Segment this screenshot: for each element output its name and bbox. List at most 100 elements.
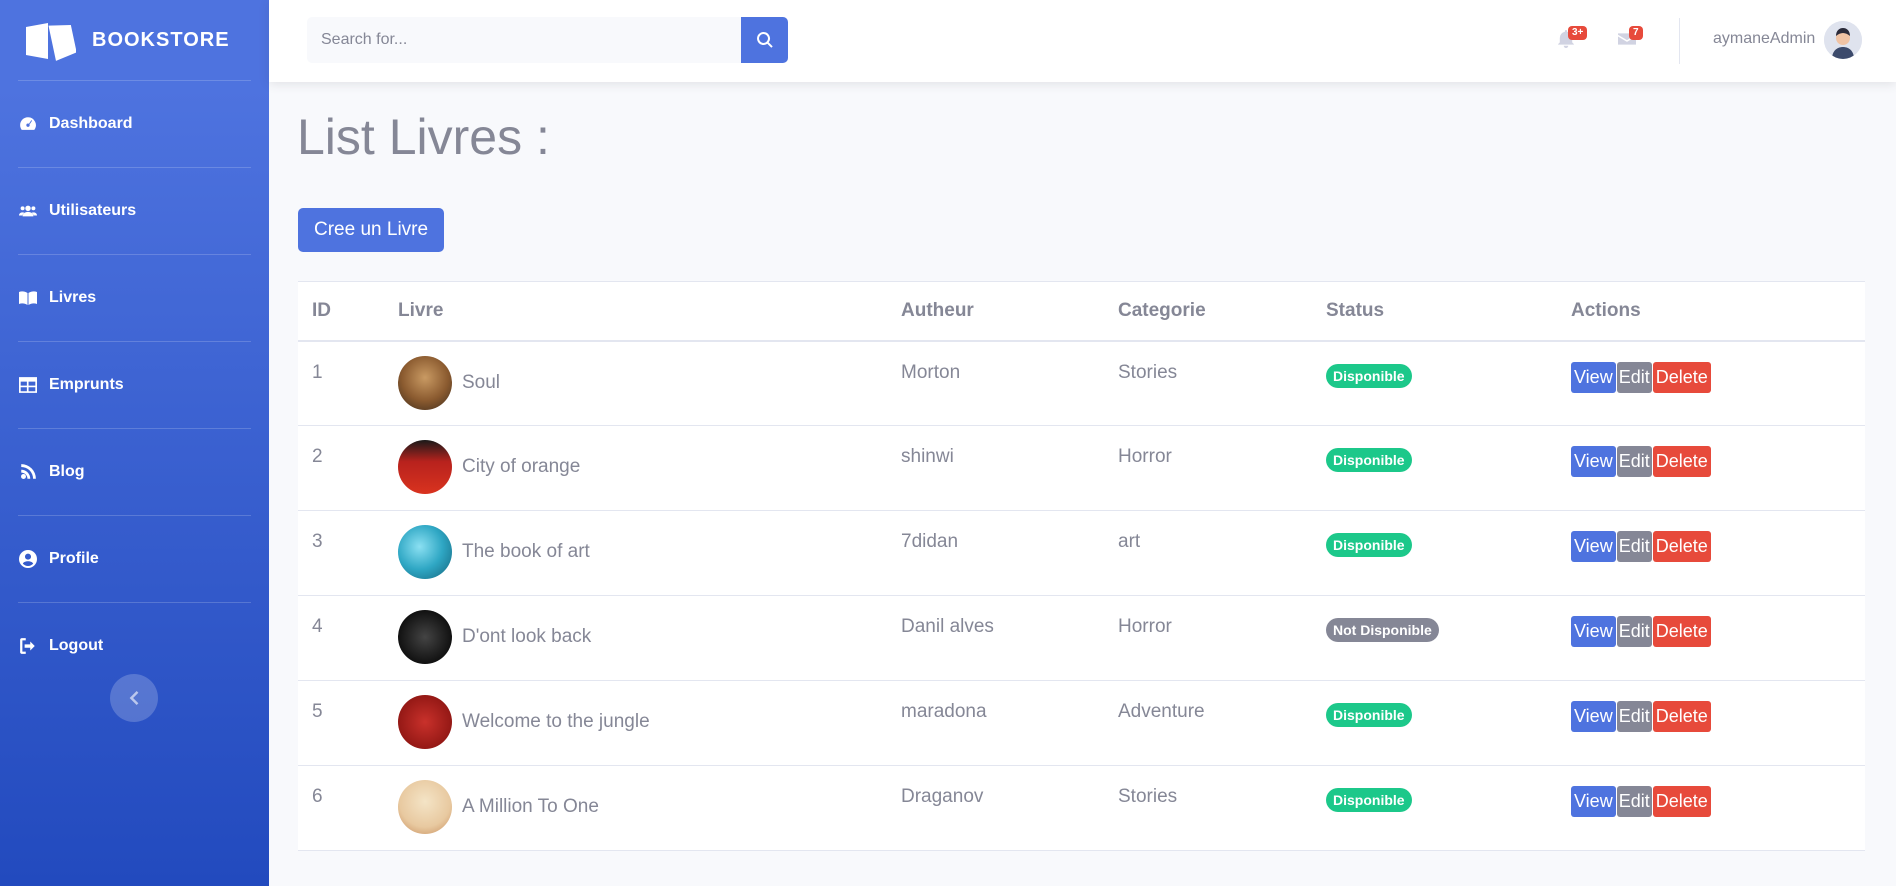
sidebar-item-profile[interactable]: Profile	[0, 516, 269, 602]
blog-icon	[19, 463, 37, 481]
alerts-button[interactable]: 3+	[1557, 26, 1588, 50]
create-book-button[interactable]: Cree un Livre	[298, 208, 445, 252]
view-button[interactable]: View	[1571, 446, 1616, 477]
book-icon	[19, 289, 37, 307]
sidebar-item-label: Utilisateurs	[49, 202, 137, 219]
view-button[interactable]: View	[1571, 786, 1616, 817]
cell-categorie: art	[1104, 510, 1312, 596]
sidebar-item-label: Livres	[49, 289, 97, 306]
cell-livre: A Million To One	[384, 765, 887, 851]
cell-autheur: maradona	[887, 680, 1104, 766]
topbar-divider	[1679, 18, 1680, 64]
delete-button[interactable]: Delete	[1652, 786, 1711, 817]
cell-status: Disponible	[1312, 425, 1557, 511]
cell-actions: View Edit Delete	[1557, 425, 1865, 511]
sidebar-item-label: Logout	[49, 637, 104, 654]
delete-button[interactable]: Delete	[1652, 531, 1711, 562]
books-table: ID Livre Autheur Categorie Status Action…	[298, 281, 1865, 851]
edit-button[interactable]: Edit	[1616, 531, 1652, 562]
messages-badge: 7	[1629, 26, 1643, 40]
brand[interactable]: BOOKSTORE	[0, 0, 269, 80]
cell-id: 5	[298, 680, 384, 766]
messages-button[interactable]: 7	[1618, 26, 1643, 50]
view-button[interactable]: View	[1571, 701, 1616, 732]
sidebar-item-label: Profile	[49, 550, 99, 567]
table-row: 3 The book of art 7didan art Disponible …	[298, 510, 1865, 596]
cell-status: Disponible	[1312, 510, 1557, 596]
book-cover-image	[398, 525, 452, 579]
delete-button[interactable]: Delete	[1652, 361, 1711, 393]
page-title: List Livres :	[297, 109, 550, 165]
cell-livre: D'ont look back	[384, 595, 887, 681]
book-title: City of orange	[462, 456, 581, 477]
delete-button[interactable]: Delete	[1652, 616, 1711, 647]
sidebar-toggle-button[interactable]	[110, 674, 158, 722]
cell-autheur: Morton	[887, 340, 1104, 426]
cell-actions: View Edit Delete	[1557, 765, 1865, 851]
alerts-badge: 3+	[1568, 26, 1588, 40]
delete-button[interactable]: Delete	[1652, 446, 1711, 477]
search-input[interactable]	[307, 17, 741, 63]
edit-button[interactable]: Edit	[1616, 361, 1652, 393]
cell-categorie: Horror	[1104, 595, 1312, 681]
cell-status: Disponible	[1312, 680, 1557, 766]
status-badge: Disponible	[1326, 363, 1412, 388]
book-title: A Million To One	[462, 796, 599, 817]
cell-livre: Soul	[384, 340, 887, 426]
view-button[interactable]: View	[1571, 616, 1616, 647]
search-button[interactable]	[741, 17, 788, 63]
edit-button[interactable]: Edit	[1616, 701, 1652, 732]
search-icon	[756, 32, 773, 48]
cell-autheur: Danil alves	[887, 595, 1104, 681]
column-header-status: Status	[1312, 281, 1557, 342]
cell-livre: Welcome to the jungle	[384, 680, 887, 766]
table-row: 5 Welcome to the jungle maradona Adventu…	[298, 680, 1865, 766]
column-header-autheur: Autheur	[887, 281, 1104, 342]
sidebar-item-utilisateurs[interactable]: Utilisateurs	[0, 168, 269, 254]
delete-button[interactable]: Delete	[1652, 701, 1711, 732]
sign-out-icon	[19, 637, 37, 655]
book-cover-image	[398, 695, 452, 749]
status-badge: Disponible	[1326, 703, 1412, 727]
cell-status: Disponible	[1312, 765, 1557, 851]
avatar[interactable]	[1824, 21, 1862, 59]
book-cover-image	[398, 440, 452, 494]
edit-button[interactable]: Edit	[1616, 446, 1652, 477]
cell-id: 3	[298, 510, 384, 596]
sidebar-item-dashboard[interactable]: Dashboard	[0, 81, 269, 167]
table-header-row: ID Livre Autheur Categorie Status Action…	[298, 281, 1865, 342]
sidebar-item-livres[interactable]: Livres	[0, 255, 269, 341]
cell-livre: City of orange	[384, 425, 887, 511]
edit-button[interactable]: Edit	[1616, 616, 1652, 647]
user-name[interactable]: aymaneAdmin	[1713, 30, 1815, 48]
edit-button[interactable]: Edit	[1616, 786, 1652, 817]
sidebar-item-label: Blog	[49, 463, 85, 480]
table-row: 2 City of orange shinwi Horror Disponibl…	[298, 425, 1865, 511]
view-button[interactable]: View	[1571, 361, 1616, 393]
cell-actions: View Edit Delete	[1557, 340, 1865, 426]
cell-autheur: Draganov	[887, 765, 1104, 851]
status-badge: Disponible	[1326, 788, 1412, 812]
sidebar-item-label: Emprunts	[49, 376, 124, 393]
cell-actions: View Edit Delete	[1557, 510, 1865, 596]
sidebar-item-blog[interactable]: Blog	[0, 429, 269, 515]
cell-actions: View Edit Delete	[1557, 595, 1865, 681]
table-row: 1 Soul Morton Stories Disponible View Edi…	[298, 340, 1865, 426]
view-button[interactable]: View	[1571, 531, 1616, 562]
cell-status: Not Disponible	[1312, 595, 1557, 681]
sidebar: BOOKSTORE Dashboard Utilisateurs Livres …	[0, 0, 269, 886]
brand-name: BOOKSTORE	[92, 28, 230, 51]
user-circle-icon	[19, 550, 37, 568]
cell-categorie: Adventure	[1104, 680, 1312, 766]
cell-id: 2	[298, 425, 384, 511]
book-title: Welcome to the jungle	[462, 711, 650, 732]
cell-livre: The book of art	[384, 510, 887, 596]
cell-id: 4	[298, 595, 384, 681]
book-title: The book of art	[462, 541, 590, 562]
users-icon	[19, 202, 37, 220]
topbar: 3+ 7 aymaneAdmin	[269, 0, 1896, 82]
column-header-id: ID	[298, 281, 384, 342]
cell-id: 6	[298, 765, 384, 851]
column-header-livre: Livre	[384, 281, 887, 342]
sidebar-item-emprunts[interactable]: Emprunts	[0, 342, 269, 428]
